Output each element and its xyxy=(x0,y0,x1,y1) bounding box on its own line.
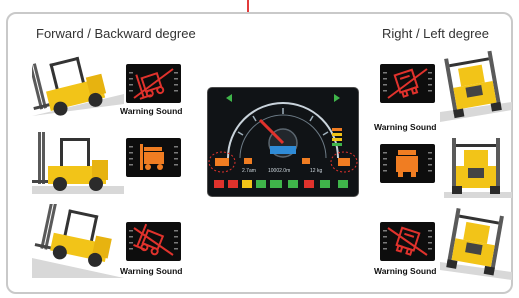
lcd-readout-left: 2.7am xyxy=(242,168,256,174)
forklift-tilted-backward-image xyxy=(32,204,124,278)
right-left-heading: Right / Left degree xyxy=(382,26,489,41)
warning-sound-label-left: Warning Sound xyxy=(374,266,437,276)
warning-sound-label-backward: Warning Sound xyxy=(120,266,183,276)
left-arrow-icon xyxy=(226,94,232,102)
lateral-level-indicator xyxy=(380,144,435,183)
lcd-readout-mid: 10002.0m xyxy=(268,168,291,174)
forklift-level-image xyxy=(32,132,124,194)
dashboard-display: 2.7am 10002.0m 12 kg xyxy=(208,88,358,196)
left-tilt-warning-indicator xyxy=(380,222,435,261)
right-tilt-warning-indicator xyxy=(380,64,435,103)
lcd-readout-right: 12 kg xyxy=(310,168,323,174)
status-icons-row xyxy=(214,180,348,188)
forward-tilt-warning-indicator xyxy=(126,64,181,103)
forklift-tilted-forward-image xyxy=(32,56,124,116)
forklift-tilted-right-image xyxy=(440,50,512,122)
lcd-blue-bar xyxy=(270,146,296,154)
warning-sound-label-right: Warning Sound xyxy=(374,122,437,132)
right-arrow-icon xyxy=(334,94,340,102)
backward-tilt-warning-indicator xyxy=(126,222,181,261)
warning-sound-label-forward: Warning Sound xyxy=(120,106,183,116)
forward-backward-heading: Forward / Backward degree xyxy=(36,26,196,41)
forklift-lateral-level-image xyxy=(444,138,512,198)
level-indicator xyxy=(126,138,181,177)
forklift-tilted-left-image xyxy=(440,208,512,280)
